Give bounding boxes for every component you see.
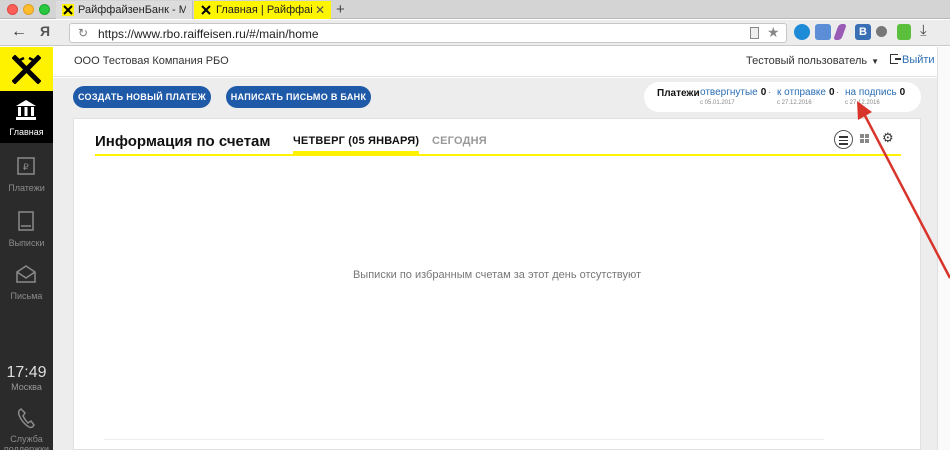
sidebar-item-label: Платежи	[8, 183, 45, 193]
sidebar-item-label: Письма	[10, 291, 43, 301]
card-footer-line	[104, 439, 824, 440]
phone-icon	[16, 407, 36, 431]
new-tab-button[interactable]: +	[336, 1, 345, 18]
logout-button[interactable]: Выйти	[890, 54, 935, 66]
accounts-info-card: Информация по счетам ЧЕТВЕРГ (05 ЯНВАРЯ)…	[73, 118, 921, 450]
chevron-down-icon: ▼	[871, 57, 880, 66]
address-bar[interactable]: ↻ https://www.rbo.raiffeisen.ru/#/main/h…	[69, 23, 787, 43]
list-view-icon[interactable]	[834, 130, 853, 149]
separator-dot: ·	[836, 87, 840, 98]
browser-tab-strip: РайффайзенБанк - Малое Главная | Райффай…	[0, 0, 950, 19]
payments-to-sign-link[interactable]: на подпись	[845, 87, 897, 98]
lightbulb-extension-icon[interactable]	[876, 26, 887, 37]
mail-icon	[15, 263, 37, 285]
download-arrow-extension-icon[interactable]	[897, 24, 911, 40]
browser-toolbar: ← Я ↻ https://www.rbo.raiffeisen.ru/#/ma…	[0, 20, 950, 46]
logout-icon	[890, 54, 901, 64]
payments-to-sign-date: с 27.12.2016	[845, 100, 880, 106]
sidebar-item-support[interactable]: Служба поддержки	[0, 407, 53, 450]
back-arrow-icon[interactable]: ←	[11, 23, 27, 41]
bookmark-star-icon[interactable]: ★	[767, 24, 780, 41]
logout-label: Выйти	[902, 54, 935, 66]
sidebar-item-label: Служба поддержки	[3, 434, 50, 450]
svg-text:₽: ₽	[23, 162, 29, 172]
create-payment-button[interactable]: СОЗДАТЬ НОВЫЙ ПЛАТЕЖ	[73, 86, 211, 108]
card-title: Информация по счетам	[95, 133, 271, 150]
tab-title: Главная | Райффайзенбан	[216, 4, 312, 16]
window-zoom-button[interactable]	[39, 4, 50, 15]
yandex-icon[interactable]: Я	[40, 23, 50, 39]
payments-rejected[interactable]: отвергнутые 0 с 05.01.2017	[700, 87, 767, 106]
tab-today[interactable]: СЕГОДНЯ	[432, 135, 487, 147]
payments-to-send-date: с 27.12.2016	[777, 100, 812, 106]
downloads-icon[interactable]: ⤓	[920, 22, 936, 39]
raiffeisen-logo[interactable]	[0, 47, 53, 91]
sidebar-item-label: Главная	[9, 127, 44, 137]
clock-time: 17:49	[6, 364, 47, 381]
card-divider	[95, 154, 901, 156]
browser-tab-raiffeisen-small[interactable]: РайффайзенБанк - Малое	[56, 1, 193, 19]
write-letter-button[interactable]: НАПИСАТЬ ПИСЬМО В БАНК	[226, 86, 371, 108]
vk-extension-icon[interactable]: В	[855, 24, 871, 40]
sidebar-item-payments[interactable]: ₽ Платежи	[0, 147, 53, 199]
window-minimize-button[interactable]	[23, 4, 34, 15]
user-menu[interactable]: Тестовый пользователь ▼	[746, 55, 879, 67]
payments-to-sign-count: 0	[899, 87, 906, 98]
payments-rejected-count: 0	[760, 87, 767, 98]
payments-rejected-date: с 05.01.2017	[700, 100, 735, 106]
empty-state-message: Выписки по избранным счетам за этот день…	[352, 269, 642, 281]
separator-dot: ·	[768, 87, 772, 98]
payments-to-send[interactable]: к отправке 0 с 27.12.2016	[777, 87, 835, 106]
payments-to-send-link[interactable]: к отправке	[777, 87, 826, 98]
sidebar-item-letters[interactable]: Письма	[0, 255, 53, 307]
main-workspace: СОЗДАТЬ НОВЫЙ ПЛАТЕЖ НАПИСАТЬ ПИСЬМО В Б…	[53, 78, 937, 450]
payments-rejected-link[interactable]: отвергнутые	[700, 87, 758, 98]
grid-view-icon[interactable]	[860, 134, 869, 143]
cloud-extension-icon[interactable]	[794, 24, 810, 40]
user-name: Тестовый пользователь	[746, 55, 868, 67]
payment-icon: ₽	[15, 155, 37, 177]
page-scrollbar[interactable]	[937, 47, 950, 450]
app-sidebar: Главная ₽ Платежи Выписки Письма 17:49 М…	[0, 47, 53, 450]
url-text[interactable]: https://www.rbo.raiffeisen.ru/#/main/hom…	[98, 27, 319, 41]
raiffeisen-logo-icon	[12, 55, 41, 84]
browser-tab-home[interactable]: Главная | Райффайзенбан ✕	[194, 1, 331, 19]
tab-title: РайффайзенБанк - Малое	[78, 4, 186, 16]
clock-city: Москва	[11, 382, 42, 392]
page-info-icon[interactable]	[750, 27, 759, 39]
bank-icon	[15, 99, 37, 121]
sidebar-item-label: Выписки	[8, 238, 45, 248]
window-close-button[interactable]	[7, 4, 18, 15]
company-name[interactable]: ООО Тестовая Компания РБО	[74, 55, 229, 67]
gear-icon[interactable]: ⚙	[882, 130, 894, 146]
payments-to-send-count: 0	[828, 87, 835, 98]
close-icon[interactable]: ✕	[315, 3, 325, 17]
payments-widget-title: Платежи	[657, 88, 700, 99]
payments-to-sign[interactable]: на подпись 0 с 27.12.2016	[845, 87, 906, 106]
feather-extension-icon[interactable]	[833, 24, 847, 40]
sidebar-item-statements[interactable]: Выписки	[0, 202, 53, 254]
raiffeisen-favicon-icon	[62, 4, 74, 16]
reload-icon[interactable]: ↻	[78, 26, 88, 40]
sidebar-item-home[interactable]: Главная	[0, 91, 53, 143]
statement-icon	[15, 210, 37, 232]
raiffeisen-favicon-icon	[200, 4, 212, 16]
app-header: ООО Тестовая Компания РБО Тестовый польз…	[53, 47, 937, 77]
payments-summary-widget: Платежи отвергнутые 0 с 05.01.2017 · к от…	[644, 82, 921, 112]
tab-thursday[interactable]: ЧЕТВЕРГ (05 ЯНВАРЯ)	[293, 135, 420, 154]
mail-extension-icon[interactable]	[815, 24, 831, 40]
